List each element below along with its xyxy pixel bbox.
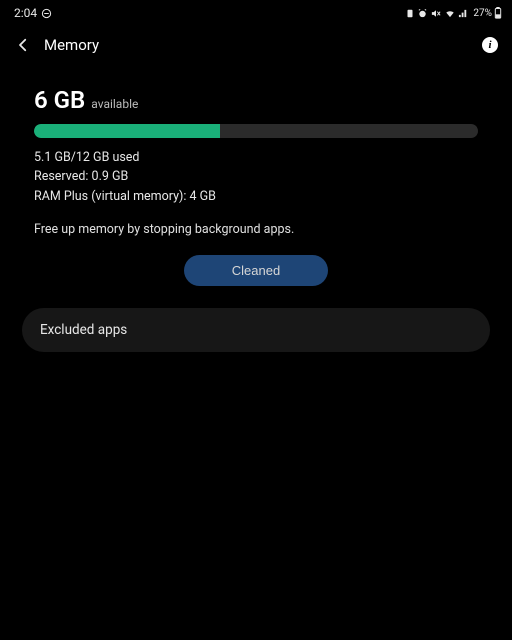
excluded-apps-card[interactable]: Excluded apps [22,308,490,352]
excluded-apps-label: Excluded apps [40,322,127,338]
card-icon [405,8,415,19]
alarm-icon [417,8,428,19]
ramplus-line: RAM Plus (virtual memory): 4 GB [34,187,478,206]
status-left: 2:04 [14,6,52,20]
wifi-icon [444,8,456,19]
available-label: available [91,97,138,111]
status-bar: 2:04 27% [0,0,512,22]
clean-button[interactable]: Cleaned [184,255,328,286]
back-icon[interactable] [14,36,32,54]
page-title: Memory [44,36,474,54]
status-time: 2:04 [14,6,37,20]
hint-text: Free up memory by stopping background ap… [34,222,478,237]
memory-stats: 5.1 GB/12 GB used Reserved: 0.9 GB RAM P… [34,148,478,206]
available-headline: 6 GB available [34,86,478,114]
memory-panel: 6 GB available 5.1 GB/12 GB used Reserve… [0,64,512,286]
info-icon: i [482,37,498,53]
memory-bar-track [34,124,478,138]
used-line: 5.1 GB/12 GB used [34,148,478,167]
signal-icon [458,8,469,19]
status-right: 27% [405,7,502,19]
memory-bar-fill [34,124,220,138]
reserved-line: Reserved: 0.9 GB [34,167,478,186]
battery-icon [494,7,502,19]
mute-icon [430,8,442,19]
available-value: 6 GB [34,86,85,114]
battery-percentage: 27% [473,8,492,19]
app-bar: Memory i [0,22,512,64]
dnd-icon [41,8,52,19]
info-button[interactable]: i [474,37,498,53]
